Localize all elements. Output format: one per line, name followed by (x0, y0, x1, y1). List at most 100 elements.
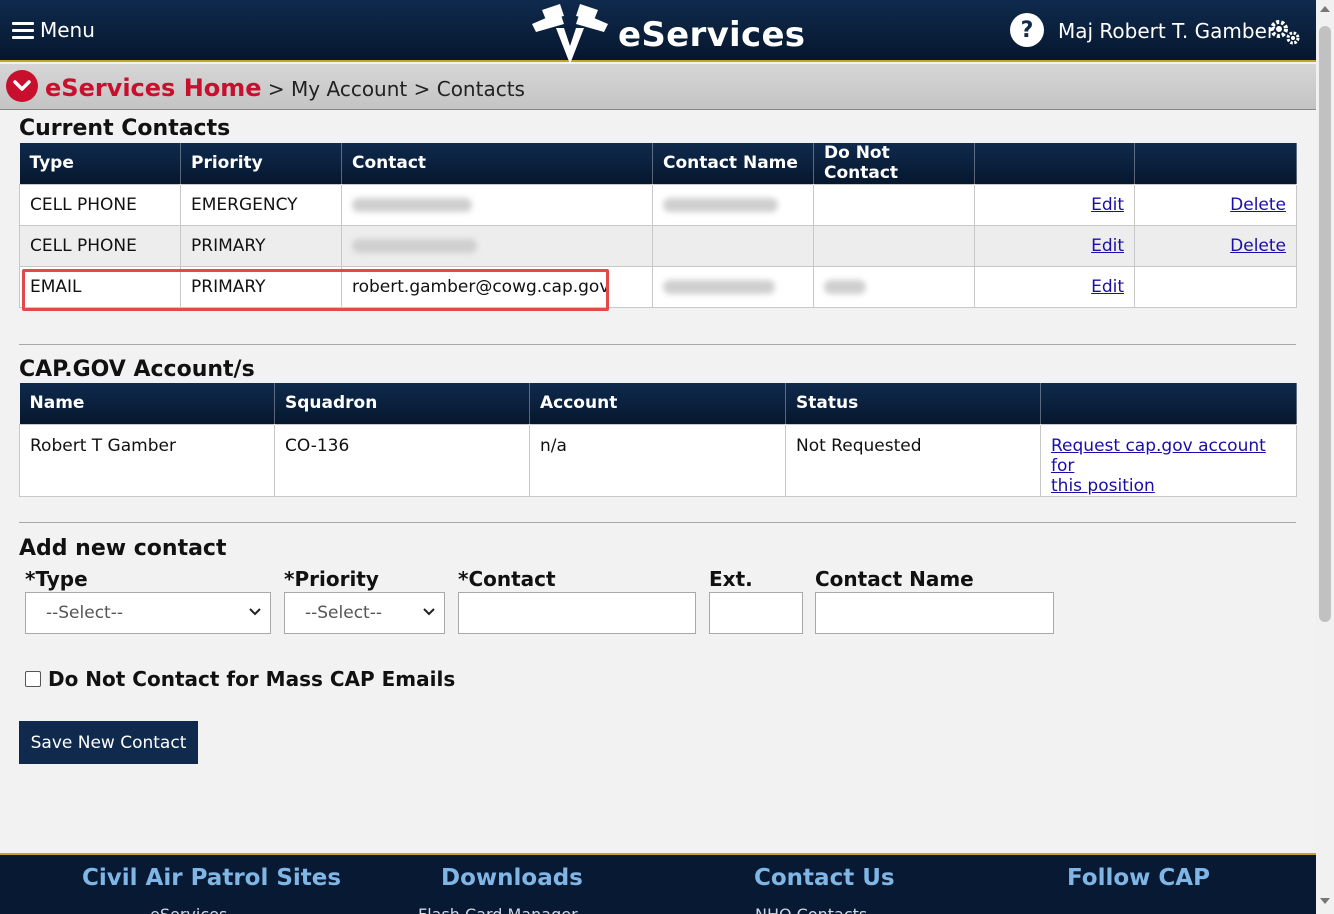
help-icon[interactable]: ? (1010, 13, 1044, 47)
cell-status: Not Requested (785, 423, 1041, 497)
cell-edit: Edit (974, 265, 1135, 308)
table-row: Robert T Gamber CO-136 n/a Not Requested… (19, 423, 1297, 497)
footer-heading-contact-us: Contact Us (754, 865, 895, 891)
chevron-down-icon (249, 608, 261, 616)
column-header-name[interactable]: Name (19, 383, 275, 424)
column-header-squadron[interactable]: Squadron (274, 383, 530, 424)
cell-delete: Delete (1134, 224, 1297, 267)
priority-select[interactable]: --Select-- (284, 592, 445, 634)
cell-edit: Edit (974, 224, 1135, 267)
cell-do-not-contact (813, 224, 975, 267)
cell-type: CELL PHONE (19, 183, 181, 226)
cell-contact-redacted (341, 183, 653, 226)
scroll-up-arrow-icon[interactable] (1320, 6, 1330, 12)
breadcrumb-separator: > (267, 77, 285, 101)
cell-priority: EMERGENCY (180, 183, 342, 226)
breadcrumb-my-account[interactable]: My Account (291, 77, 407, 101)
chevron-down-icon[interactable] (6, 70, 38, 102)
brand-logo[interactable]: eServices (530, 2, 805, 68)
scrollbar-thumb[interactable] (1319, 26, 1331, 622)
footer-heading-follow-cap: Follow CAP (1067, 865, 1210, 891)
column-header-type[interactable]: Type (19, 143, 181, 184)
cell-edit: Edit (974, 183, 1135, 226)
section-divider (19, 522, 1296, 523)
type-select-value: --Select-- (46, 603, 123, 623)
top-header: Menu eServices ? Maj Robert T. Gamber (0, 0, 1316, 64)
footer-link-eservices[interactable]: eServices (150, 905, 227, 914)
priority-label: *Priority (284, 567, 379, 591)
cell-contact-redacted (341, 224, 653, 267)
page: Menu eServices ? Maj Robert T. Gamber eS… (0, 0, 1316, 914)
chevron-down-icon (423, 608, 435, 616)
column-header-edit (974, 143, 1135, 184)
request-capgov-account-link[interactable]: Request cap.gov account for this position (1051, 436, 1266, 496)
contact-name-label: Contact Name (815, 567, 974, 591)
footer-heading-cap-sites: Civil Air Patrol Sites (82, 865, 342, 891)
column-header-contact[interactable]: Contact (341, 143, 653, 184)
column-header-delete (1134, 143, 1297, 184)
breadcrumb-separator: > (413, 77, 431, 101)
cell-priority: PRIMARY (180, 224, 342, 267)
table-header-row: Type Priority Contact Contact Name Do No… (19, 143, 1297, 184)
cell-do-not-contact-redacted (813, 265, 975, 308)
footer-link-flash-card-manager[interactable]: Flash Card Manager (418, 905, 578, 914)
column-header-contact-name[interactable]: Contact Name (652, 143, 814, 184)
ext-label: Ext. (709, 567, 753, 591)
column-header-do-not-contact[interactable]: Do Not Contact (813, 143, 975, 184)
capgov-accounts-title: CAP.GOV Account/s (19, 357, 255, 382)
cell-delete: Delete (1134, 183, 1297, 226)
column-header-status[interactable]: Status (785, 383, 1041, 424)
menu-button[interactable]: Menu (12, 18, 95, 42)
section-divider (19, 344, 1296, 345)
breadcrumb-bar: eServices Home > My Account > Contacts (0, 64, 1316, 110)
breadcrumb-current: Contacts (436, 77, 525, 101)
cell-contact-name-redacted (652, 183, 814, 226)
column-header-account[interactable]: Account (529, 383, 786, 424)
type-label: *Type (25, 567, 88, 591)
priority-select-value: --Select-- (305, 603, 382, 623)
ext-input[interactable] (709, 592, 803, 634)
table-header-row: Name Squadron Account Status (19, 383, 1297, 424)
table-row: CELL PHONE PRIMARY Edit Delete (19, 224, 1297, 267)
cell-delete (1134, 265, 1297, 308)
gears-icon[interactable] (1268, 18, 1302, 46)
do-not-contact-label[interactable]: Do Not Contact for Mass CAP Emails (48, 667, 455, 691)
do-not-contact-checkbox[interactable] (25, 671, 41, 687)
column-header-priority[interactable]: Priority (180, 143, 342, 184)
edit-link[interactable]: Edit (1091, 236, 1124, 256)
column-header-action (1040, 383, 1297, 424)
breadcrumb: eServices Home > My Account > Contacts (45, 74, 525, 102)
type-select[interactable]: --Select-- (25, 592, 271, 634)
capgov-accounts-table: Name Squadron Account Status Robert T Ga… (19, 383, 1297, 497)
highlight-box (22, 269, 609, 311)
site-footer: Civil Air Patrol Sites eServices Downloa… (0, 853, 1316, 914)
cap-wings-logo-icon (532, 4, 608, 64)
menu-label: Menu (40, 18, 95, 42)
cell-contact-name (652, 224, 814, 267)
delete-link[interactable]: Delete (1230, 236, 1286, 256)
add-contact-title: Add new contact (19, 536, 227, 561)
footer-heading-downloads: Downloads (441, 865, 583, 891)
user-name[interactable]: Maj Robert T. Gamber (1058, 19, 1275, 43)
save-new-contact-button[interactable]: Save New Contact (19, 721, 198, 764)
cell-do-not-contact (813, 183, 975, 226)
table-row: CELL PHONE EMERGENCY Edit Delete (19, 183, 1297, 226)
current-contacts-title: Current Contacts (19, 116, 231, 141)
delete-link[interactable]: Delete (1230, 195, 1286, 215)
scroll-down-arrow-icon[interactable] (1320, 898, 1330, 904)
hamburger-icon (12, 21, 34, 39)
breadcrumb-home-link[interactable]: eServices Home (45, 74, 262, 102)
contact-label: *Contact (458, 567, 556, 591)
cell-squadron: CO-136 (274, 423, 530, 497)
footer-link-nhq-contacts[interactable]: NHQ Contacts (755, 905, 867, 914)
cell-action: Request cap.gov account for this position (1040, 423, 1297, 497)
contact-name-input[interactable] (815, 592, 1054, 634)
contact-input[interactable] (458, 592, 696, 634)
brand-title: eServices (618, 15, 806, 55)
cell-account: n/a (529, 423, 786, 497)
edit-link[interactable]: Edit (1091, 195, 1124, 215)
edit-link[interactable]: Edit (1091, 277, 1124, 297)
vertical-scrollbar[interactable] (1316, 0, 1334, 914)
cell-contact-name-redacted (652, 265, 814, 308)
cell-name: Robert T Gamber (19, 423, 275, 497)
